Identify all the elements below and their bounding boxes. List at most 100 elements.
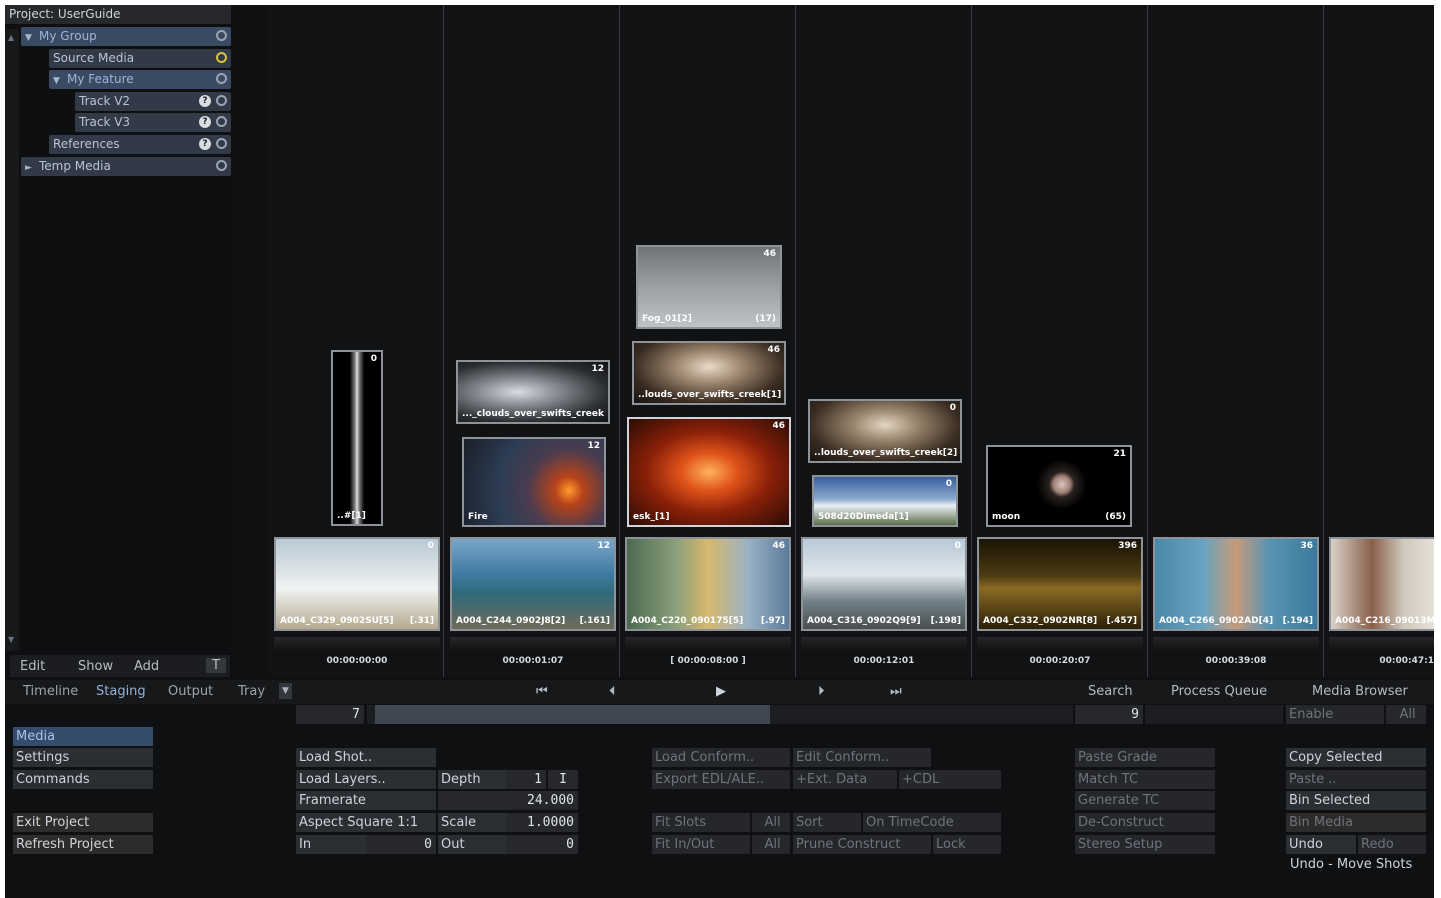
tab-output[interactable]: Output <box>168 684 213 699</box>
menu-media[interactable]: Media <box>13 727 153 746</box>
fit-slots-button[interactable]: Fit Slots <box>652 813 750 832</box>
add-menu[interactable]: Add <box>134 659 159 674</box>
edit-menu[interactable]: Edit <box>20 659 45 674</box>
expand-icon[interactable]: ▼ <box>25 29 39 48</box>
tree-item-references[interactable]: References ? <box>49 135 231 154</box>
layer-thumbnail[interactable]: 0 ..#[1] <box>331 350 383 526</box>
go-end-icon[interactable]: ⏭ <box>890 684 902 699</box>
redo-button[interactable]: Redo <box>1358 835 1426 854</box>
scroll-up-icon[interactable]: ▲ <box>8 33 14 42</box>
layer-thumbnail[interactable]: 21 moon (65) <box>986 445 1132 527</box>
step-forward-icon[interactable]: ⏵ <box>818 684 825 699</box>
refresh-icon[interactable] <box>216 160 227 171</box>
media-browser-button[interactable]: Media Browser <box>1312 684 1408 699</box>
scrubber-range[interactable] <box>375 705 770 724</box>
framerate-field[interactable]: 24.000 <box>438 791 578 810</box>
expand-icon[interactable]: ► <box>25 159 39 178</box>
expand-icon[interactable]: ▼ <box>53 72 67 91</box>
exit-project-button[interactable]: Exit Project <box>13 813 153 832</box>
tree-item-temp-media[interactable]: ► Temp Media <box>21 157 231 176</box>
refresh-icon[interactable] <box>216 116 227 127</box>
refresh-icon[interactable] <box>216 52 227 63</box>
refresh-icon[interactable] <box>216 30 227 41</box>
info-icon[interactable]: ? <box>199 116 211 128</box>
layer-thumbnail[interactable]: 12 Fire <box>462 437 606 527</box>
framerate-button[interactable]: Framerate <box>296 791 436 810</box>
tab-staging[interactable]: Staging <box>96 684 146 699</box>
load-conform-button[interactable]: Load Conform.. <box>652 748 790 767</box>
in-field[interactable]: 0 <box>366 835 436 854</box>
deconstruct-button[interactable]: De-Construct <box>1075 813 1215 832</box>
fit-slots-all-button[interactable]: All <box>752 813 790 832</box>
tree-item-my-feature[interactable]: ▼ My Feature <box>49 70 231 89</box>
shot-thumbnail[interactable]: 0 A004_C329_0902SU[5] [.31] <box>274 537 440 631</box>
tree-item-track-v3[interactable]: Track V3 ? <box>75 113 231 132</box>
layer-thumbnail[interactable]: 46 ..louds_over_swifts_creek[1] <box>632 341 786 405</box>
show-menu[interactable]: Show <box>78 659 113 674</box>
stereo-setup-button[interactable]: Stereo Setup <box>1075 835 1215 854</box>
refresh-icon[interactable] <box>216 95 227 106</box>
scroll-down-icon[interactable]: ▼ <box>8 635 14 644</box>
layer-thumbnail[interactable]: 0 ..louds_over_swifts_creek[2] <box>808 399 962 463</box>
generate-tc-button[interactable]: Generate TC <box>1075 791 1215 810</box>
tree-item-source-media[interactable]: Source Media <box>49 49 231 68</box>
end-frame-field[interactable]: 9 <box>1075 705 1143 724</box>
refresh-icon[interactable] <box>216 73 227 84</box>
bin-selected-button[interactable]: Bin Selected <box>1286 791 1426 810</box>
undo-button[interactable]: Undo <box>1286 835 1356 854</box>
tree-item-track-v2[interactable]: Track V2 ? <box>75 92 231 111</box>
staging-canvas[interactable]: 0 ..#[1] 12 ..._clouds_over_swifts_creek… <box>267 5 1434 677</box>
process-queue-button[interactable]: Process Queue <box>1171 684 1267 699</box>
play-icon[interactable]: ▶ <box>716 684 726 699</box>
export-edl-button[interactable]: Export EDL/ALE.. <box>652 770 790 789</box>
enable-toggle[interactable]: Enable <box>1286 705 1384 724</box>
layer-thumbnail-selected[interactable]: 46 esk_[1] <box>627 417 791 527</box>
menu-settings[interactable]: Settings <box>13 748 153 767</box>
layer-thumbnail[interactable]: 12 ..._clouds_over_swifts_creek <box>456 360 610 424</box>
refresh-icon[interactable] <box>216 138 227 149</box>
cdl-button[interactable]: +CDL <box>899 770 1001 789</box>
paste-grade-button[interactable]: Paste Grade <box>1075 748 1215 767</box>
lock-button[interactable]: Lock <box>933 835 1001 854</box>
layer-thumbnail[interactable]: 46 Fog_01[2] (17) <box>636 245 782 329</box>
aspect-button[interactable]: Aspect Square 1:1 <box>296 813 436 832</box>
fit-inout-button[interactable]: Fit In/Out <box>652 835 750 854</box>
shot-thumbnail[interactable]: 46 A004_C220_090175[5] [.97] <box>625 537 791 631</box>
depth-extra[interactable]: I <box>548 770 578 789</box>
start-frame-field[interactable]: 7 <box>296 705 364 724</box>
enable-all-button[interactable]: All <box>1386 705 1426 724</box>
sort-timecode-button[interactable]: On TimeCode <box>863 813 1001 832</box>
search-button[interactable]: Search <box>1088 684 1133 699</box>
shot-thumbnail[interactable]: 396 A004_C332_0902NR[8] [.457] <box>977 537 1143 631</box>
sort-button[interactable]: Sort <box>793 813 861 832</box>
load-layers-button[interactable]: Load Layers.. <box>296 770 436 789</box>
copy-selected-button[interactable]: Copy Selected <box>1286 748 1426 767</box>
info-icon[interactable]: ? <box>199 138 211 150</box>
prune-construct-button[interactable]: Prune Construct <box>793 835 931 854</box>
shot-thumbnail[interactable]: A004_C216_09013M[ <box>1329 537 1434 631</box>
fit-inout-all-button[interactable]: All <box>752 835 790 854</box>
timeline-scrubber[interactable] <box>367 705 1073 724</box>
ext-data-button[interactable]: +Ext. Data <box>793 770 897 789</box>
load-shot-button[interactable]: Load Shot.. <box>296 748 436 767</box>
shot-thumbnail[interactable]: 0 A004_C316_0902Q9[9] [.198] <box>801 537 967 631</box>
match-tc-button[interactable]: Match TC <box>1075 770 1215 789</box>
depth-field[interactable]: 1 <box>506 770 546 789</box>
shot-thumbnail[interactable]: 36 A004_C266_0902AD[4] [.194] <box>1153 537 1319 631</box>
paste-button[interactable]: Paste .. <box>1286 770 1426 789</box>
tree-scrollbar[interactable]: ▲ ▼ <box>5 29 19 651</box>
tab-tray[interactable]: Tray <box>238 684 265 699</box>
t-button[interactable]: T <box>206 658 226 673</box>
edit-conform-button[interactable]: Edit Conform.. <box>793 748 931 767</box>
bin-media-button[interactable]: Bin Media <box>1286 813 1426 832</box>
tab-timeline[interactable]: Timeline <box>23 684 78 699</box>
step-back-icon[interactable]: ⏴ <box>609 684 616 699</box>
out-field[interactable]: 0 <box>506 835 578 854</box>
refresh-project-button[interactable]: Refresh Project <box>13 835 153 854</box>
scale-field[interactable]: 1.0000 <box>506 813 578 832</box>
menu-commands[interactable]: Commands <box>13 770 153 789</box>
tab-dropdown-icon[interactable]: ▼ <box>279 683 292 699</box>
shot-thumbnail[interactable]: 12 A004_C244_0902J8[2] [.161] <box>450 537 616 631</box>
go-start-icon[interactable]: ⏮ <box>536 684 548 699</box>
layer-thumbnail[interactable]: 0 508d20Dimeda[1] <box>812 475 958 527</box>
